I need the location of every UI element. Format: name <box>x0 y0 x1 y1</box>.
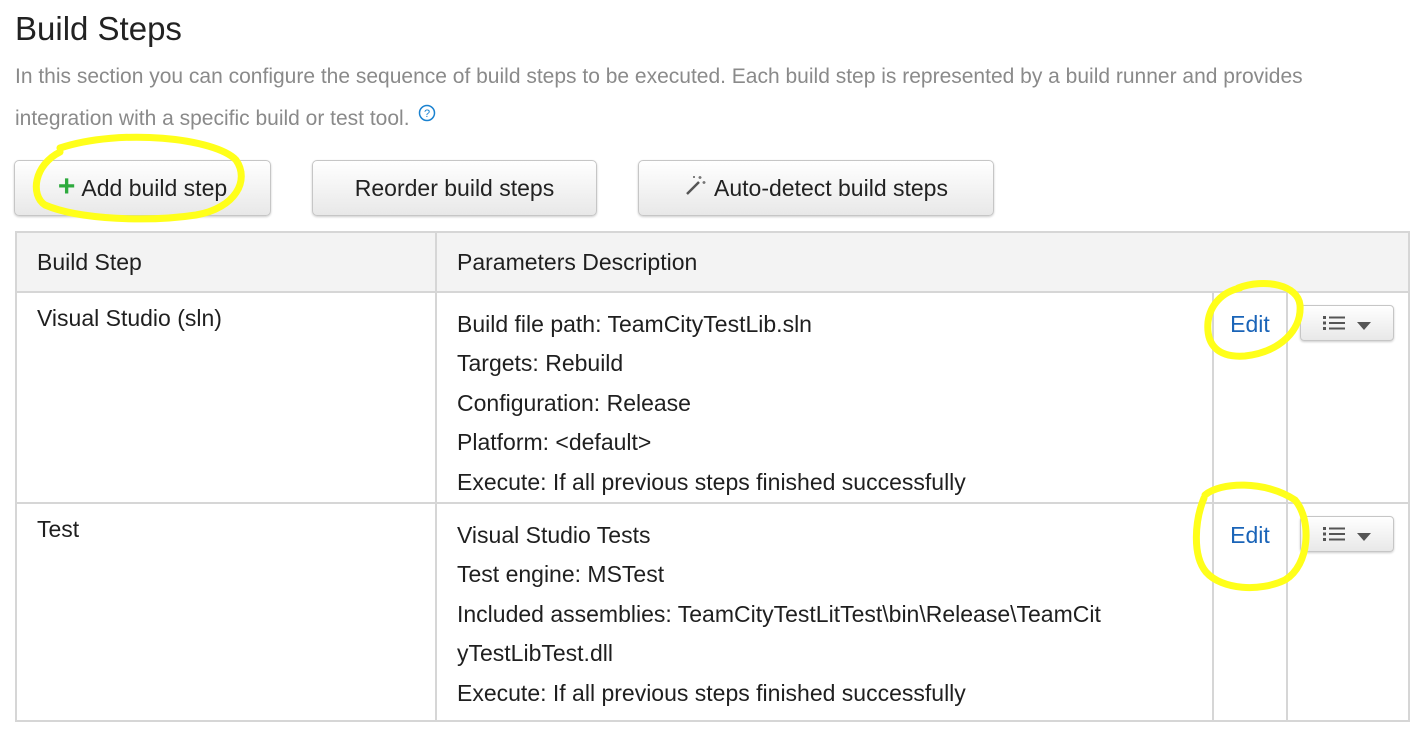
caret-down-icon <box>1357 521 1371 548</box>
section-description: In this section you can configure the se… <box>15 56 1400 140</box>
column-header-build-step: Build Step <box>15 231 437 293</box>
auto-detect-build-steps-label: Auto-detect build steps <box>714 174 948 201</box>
auto-detect-build-steps-button[interactable]: Auto-detect build steps <box>638 160 994 216</box>
plus-icon: + <box>57 169 76 203</box>
page-title: Build Steps <box>15 10 182 47</box>
add-build-step-button[interactable]: + Add build step <box>14 160 271 216</box>
reorder-build-steps-button[interactable]: Reorder build steps <box>312 160 597 216</box>
param-line: Targets: Rebuild <box>457 350 624 377</box>
table-row: Test Visual Studio Tests Test engine: MS… <box>15 502 1410 723</box>
param-line: Execute: If all previous steps finished … <box>457 679 966 706</box>
actions-cell <box>1286 290 1410 505</box>
build-steps-table: Build Step Parameters Description Visual… <box>15 231 1410 723</box>
param-line: Execute: If all previous steps finished … <box>457 468 966 495</box>
edit-link[interactable]: Edit <box>1230 311 1270 337</box>
description-text: In this section you can configure the se… <box>15 65 1303 130</box>
magic-wand-icon <box>684 173 708 203</box>
param-line: Included assemblies: TeamCityTestLitTest… <box>457 600 1101 627</box>
add-build-step-label: Add build step <box>81 174 228 201</box>
step-parameters: Build file path: TeamCityTestLib.sln Tar… <box>435 290 1214 505</box>
edit-cell: Edit <box>1212 290 1288 505</box>
help-icon[interactable]: ? <box>418 95 436 122</box>
step-name: Test <box>15 502 437 723</box>
edit-link[interactable]: Edit <box>1230 522 1270 548</box>
param-line: Visual Studio Tests <box>457 522 651 549</box>
actions-menu-button[interactable] <box>1300 305 1394 341</box>
list-icon <box>1323 310 1345 337</box>
actions-menu-button[interactable] <box>1300 516 1394 553</box>
param-line: yTestLibTest.dll <box>457 640 613 667</box>
edit-cell: Edit <box>1212 502 1288 723</box>
svg-text:?: ? <box>423 108 429 120</box>
param-line: Build file path: TeamCityTestLib.sln <box>457 311 812 337</box>
caret-down-icon <box>1357 310 1371 337</box>
param-line: Test engine: MSTest <box>457 561 665 588</box>
list-icon <box>1323 521 1345 548</box>
table-header-row: Build Step Parameters Description <box>15 231 1410 293</box>
column-header-parameters: Parameters Description <box>435 231 1410 293</box>
param-line: Platform: <default> <box>457 429 652 456</box>
actions-cell <box>1286 502 1410 723</box>
param-line: Configuration: Release <box>457 389 691 416</box>
table-row: Visual Studio (sln) Build file path: Tea… <box>15 290 1410 505</box>
reorder-build-steps-label: Reorder build steps <box>354 174 555 201</box>
step-parameters: Visual Studio Tests Test engine: MSTest … <box>435 502 1214 723</box>
step-name: Visual Studio (sln) <box>15 290 437 505</box>
